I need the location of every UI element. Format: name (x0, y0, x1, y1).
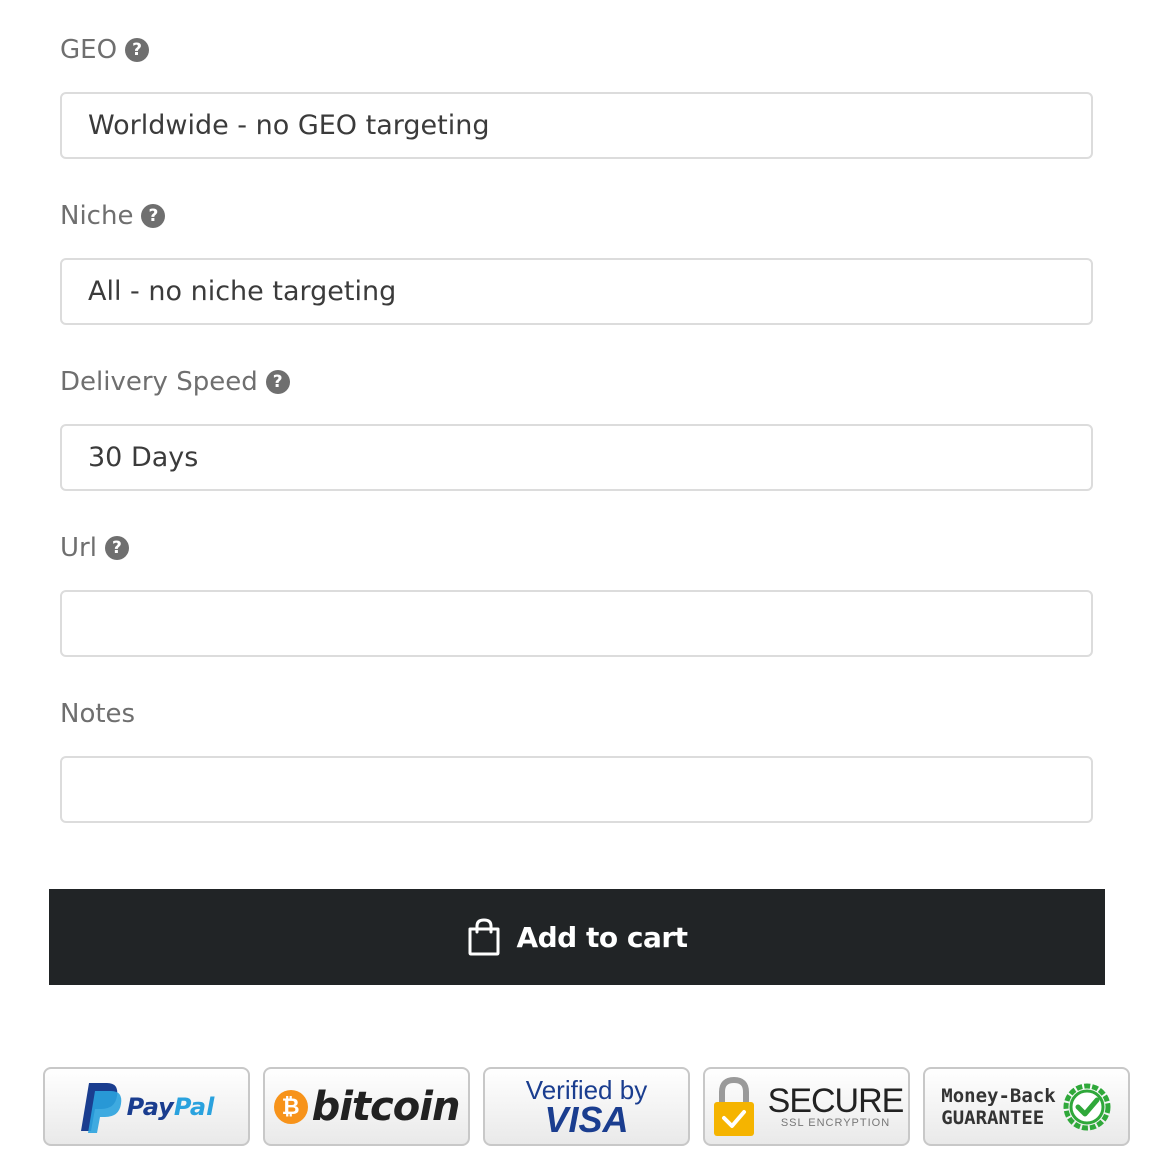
shopping-bag-icon (468, 918, 500, 956)
help-icon[interactable]: ? (141, 204, 166, 228)
niche-select[interactable]: All - no niche targeting (60, 258, 1093, 325)
url-label: Url ? (60, 530, 129, 566)
niche-label: Niche ? (60, 198, 166, 234)
money-back-guarantee-badge: Money-Back GUARANTEE (923, 1067, 1130, 1146)
bitcoin-logo-icon: ₿ (273, 1089, 308, 1124)
padlock-icon (713, 1076, 754, 1136)
url-input[interactable] (60, 590, 1093, 657)
geo-select[interactable]: Worldwide - no GEO targeting (60, 92, 1093, 159)
secure-ssl-badge: SECURE SSL ENCRYPTION (703, 1067, 910, 1146)
help-icon[interactable]: ? (104, 536, 129, 560)
trust-badges: PayPal ₿ bitcoin Verified by VISA SECURE… (43, 1067, 1130, 1146)
delivery-speed-select[interactable]: 30 Days (60, 424, 1093, 491)
help-icon[interactable]: ? (125, 38, 150, 62)
help-icon[interactable]: ? (265, 370, 290, 394)
paypal-badge: PayPal (43, 1067, 250, 1146)
check-circle-icon (1063, 1083, 1111, 1130)
delivery-speed-label: Delivery Speed ? (60, 364, 290, 400)
verified-by-visa-badge: Verified by VISA (483, 1067, 690, 1146)
add-to-cart-button[interactable]: Add to cart (49, 889, 1105, 985)
notes-label: Notes (60, 699, 136, 729)
geo-label: GEO ? (60, 32, 150, 68)
notes-input[interactable] (60, 756, 1093, 823)
bitcoin-badge: ₿ bitcoin (263, 1067, 470, 1146)
paypal-logo-icon (80, 1082, 121, 1133)
